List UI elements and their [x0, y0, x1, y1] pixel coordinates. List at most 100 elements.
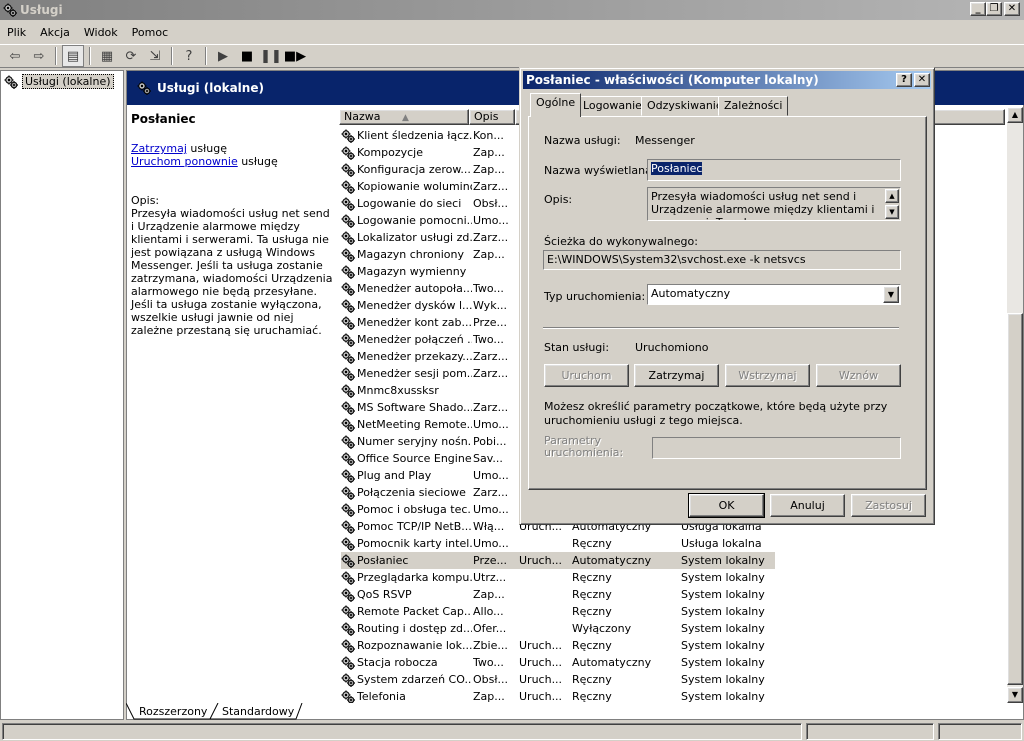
column-header-description[interactable]: Opis [469, 109, 515, 125]
service-name-cell: Połączenia sieciowe [357, 486, 466, 499]
service-logon-cell: System lokalny [681, 622, 765, 635]
start-service-icon[interactable]: ▶ [212, 45, 234, 67]
chevron-down-icon[interactable]: ▼ [883, 286, 899, 303]
service-row[interactable]: Posłaniec Prze... Uruch... Automatyczny Syst… [341, 552, 775, 569]
menu-plik[interactable]: Plik [0, 26, 33, 39]
dialog-title-bar[interactable]: Posłaniec - właściwości (Komputer lokaln… [523, 71, 931, 89]
service-gear-icon [341, 298, 355, 313]
service-gear-icon [341, 179, 355, 194]
pause-service-icon[interactable]: ❚❚ [260, 45, 282, 67]
service-name-cell: Magazyn wymienny [357, 265, 467, 278]
service-desc-cell: Obsł... [473, 673, 508, 686]
tab-dependencies[interactable]: Zależności [718, 96, 789, 116]
close-dialog-button[interactable]: ✕ [914, 73, 930, 87]
service-gear-icon [341, 553, 355, 568]
view-tabs: Rozszerzony Standardowy [126, 703, 426, 721]
menu-akcja[interactable]: Akcja [33, 26, 77, 39]
service-name-cell: Logowanie do sieci [357, 197, 462, 210]
service-status-cell: Uruch... [519, 656, 563, 669]
service-row[interactable]: Pomocnik karty intel... Umo... Ręczny Usług… [341, 535, 1001, 552]
service-row[interactable]: Routing i dostęp zd... Ofer... Wyłączony Sy… [341, 620, 1001, 637]
display-name-field[interactable]: Posłaniec [647, 159, 901, 181]
maximize-button[interactable]: ❐ [986, 2, 1002, 16]
service-gear-icon [341, 213, 355, 228]
status-panel-3 [938, 723, 1022, 740]
service-desc-cell: Zarz... [473, 231, 509, 244]
service-name-cell: Stacja robocza [357, 656, 438, 669]
restart-service-link[interactable]: Uruchom ponownie [131, 155, 238, 168]
service-desc-cell: Zarz... [473, 486, 509, 499]
cancel-button[interactable]: Anuluj [770, 494, 845, 517]
desc-scroll-down[interactable]: ▼ [885, 205, 899, 219]
restart-service-icon[interactable]: ■▶ [284, 45, 306, 67]
service-gear-icon [341, 145, 355, 160]
export-list-icon[interactable]: ⇲ [144, 45, 166, 67]
service-row[interactable]: Rozpoznawanie lok... Zbie... Uruch... Ręczn… [341, 637, 1001, 654]
resume-button[interactable]: Wznów [816, 364, 901, 387]
path-label: Ścieżka do wykonywalnego: [544, 235, 698, 248]
tab-recovery[interactable]: Odzyskiwanie [641, 96, 729, 116]
help-button[interactable]: ? [896, 73, 912, 87]
description-label: Opis: [131, 194, 160, 207]
service-name-cell: Rozpoznawanie lok... [357, 639, 472, 652]
stop-service-icon[interactable]: ■ [236, 45, 258, 67]
scroll-up-button[interactable]: ▲ [1007, 107, 1023, 123]
tab-logon[interactable]: Logowanie [577, 96, 648, 116]
start-params-field[interactable] [652, 437, 901, 459]
service-gear-icon [341, 264, 355, 279]
service-logon-cell: System lokalny [681, 673, 765, 686]
service-gear-icon [341, 587, 355, 602]
show-tree-icon[interactable]: ▤ [62, 45, 84, 67]
service-name-cell: Routing i dostęp zd... [357, 622, 472, 635]
service-desc-cell: Umo... [473, 469, 509, 482]
service-status-label: Stan usługi: [544, 341, 610, 354]
path-field[interactable]: E:\WINDOWS\System32\svchost.exe -k netsv… [543, 250, 901, 270]
pause-button[interactable]: Wstrzymaj [725, 364, 810, 387]
help-icon[interactable]: ? [178, 45, 200, 67]
desc-scroll-up[interactable]: ▲ [885, 189, 899, 203]
back-arrow-icon[interactable]: ⇦ [4, 45, 26, 67]
service-row[interactable]: Przeglądarka kompu... Utrz... Ręczny System… [341, 569, 1001, 586]
services-app-icon [3, 3, 17, 17]
menu-pomoc[interactable]: Pomoc [125, 26, 175, 39]
menu-widok[interactable]: Widok [77, 26, 125, 39]
tree-node-services-local[interactable]: Usługi (lokalne) [4, 74, 114, 89]
service-name-label: Nazwa usługi: [544, 134, 621, 147]
properties-icon[interactable]: ▦ [96, 45, 118, 67]
service-desc-cell: Zarz... [473, 367, 509, 380]
scroll-thumb[interactable] [1007, 313, 1023, 685]
ok-button[interactable]: OK [688, 493, 765, 518]
service-startup-cell: Ręczny [572, 571, 612, 584]
status-bar [0, 722, 1024, 741]
apply-button[interactable]: Zastosuj [851, 494, 926, 517]
tab-standard[interactable]: Standardowy [222, 705, 294, 718]
service-row[interactable]: Stacja robocza Two... Uruch... Automatyczny… [341, 654, 1001, 671]
tab-general[interactable]: Ogólne [530, 93, 582, 117]
scroll-down-button[interactable]: ▼ [1007, 687, 1023, 703]
tab-extended[interactable]: Rozszerzony [139, 705, 207, 718]
stop-button[interactable]: Zatrzymaj [634, 364, 719, 387]
description-field[interactable]: Przesyła wiadomości usług net send i Urz… [647, 187, 901, 221]
service-gear-icon [341, 604, 355, 619]
window-title-bar[interactable]: Usługi _ ❐ ✕ [0, 0, 1024, 20]
minimize-button[interactable]: _ [970, 2, 986, 16]
service-gear-icon [341, 434, 355, 449]
list-scrollbar[interactable]: ▲ ▼ [1007, 107, 1023, 703]
restart-link-suffix: usługę [237, 155, 278, 168]
service-row[interactable]: Remote Packet Cap... Allo... Ręczny System … [341, 603, 1001, 620]
column-header-name[interactable]: Nazwa ▲ [339, 109, 469, 125]
service-status-cell: Uruch... [519, 690, 563, 703]
stop-link-suffix: usługę [186, 142, 227, 155]
service-status-cell: Uruch... [519, 554, 563, 567]
service-row[interactable]: System zdarzeń CO... Obsł... Uruch... Ręczn… [341, 671, 1001, 688]
service-row[interactable]: Telefonia Zap... Uruch... Ręczny System loka… [341, 688, 1001, 703]
forward-arrow-icon[interactable]: ⇨ [28, 45, 50, 67]
service-row[interactable]: QoS RSVP Zap... Ręczny System lokalny [341, 586, 1001, 603]
close-window-button[interactable]: ✕ [1004, 2, 1020, 16]
stop-service-link[interactable]: Zatrzymaj [131, 142, 187, 155]
general-tab-panel: Nazwa usługi: Messenger Nazwa wyświetlan… [528, 116, 927, 490]
service-logon-cell: System lokalny [681, 690, 765, 703]
startup-type-select[interactable]: Automatyczny [647, 284, 901, 305]
refresh-icon[interactable]: ⟳ [120, 45, 142, 67]
start-button[interactable]: Uruchom [544, 364, 629, 387]
